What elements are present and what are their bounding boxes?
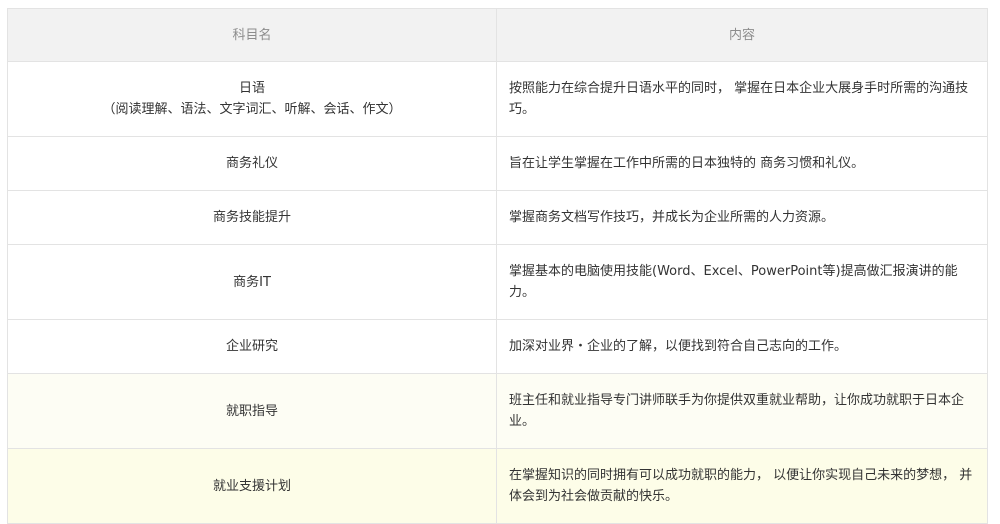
- subject-description: 掌握商务文档写作技巧，并成长为企业所需的人力资源。: [496, 190, 988, 245]
- subject-description: 在掌握知识的同时拥有可以成功就职的能力， 以便让你实现自己未来的梦想， 并体会到…: [496, 448, 988, 524]
- subject-name: 商务礼仪: [7, 136, 497, 191]
- subject-name: 企业研究: [7, 319, 497, 374]
- table-row: 商务礼仪 旨在让学生掌握在工作中所需的日本独特的 商务习惯和礼仪。: [7, 136, 988, 191]
- table-header-row: 科目名 内容: [7, 8, 988, 62]
- subject-name: 就职指导: [7, 373, 497, 449]
- course-table: 科目名 内容 日语 （阅读理解、语法、文字词汇、听解、会话、作文） 按照能力在综…: [7, 8, 988, 524]
- subject-subtitle: （阅读理解、语法、文字词汇、听解、会话、作文）: [102, 102, 402, 117]
- table-row: 商务IT 掌握基本的电脑使用技能(Word、Excel、PowerPoint等)…: [7, 244, 988, 320]
- subject-description: 按照能力在综合提升日语水平的同时， 掌握在日本企业大展身手时所需的沟通技巧。: [496, 61, 988, 137]
- header-content: 内容: [496, 8, 988, 62]
- subject-description: 加深对业界・企业的了解，以便找到符合自己志向的工作。: [496, 319, 988, 374]
- table-row: 商务技能提升 掌握商务文档写作技巧，并成长为企业所需的人力资源。: [7, 190, 988, 245]
- subject-name: 商务技能提升: [7, 190, 497, 245]
- subject-description: 旨在让学生掌握在工作中所需的日本独特的 商务习惯和礼仪。: [496, 136, 988, 191]
- subject-description: 班主任和就业指导专门讲师联手为你提供双重就业帮助，让你成功就职于日本企业。: [496, 373, 988, 449]
- table-row: 就业支援计划 在掌握知识的同时拥有可以成功就职的能力， 以便让你实现自己未来的梦…: [7, 448, 988, 524]
- header-subject-name: 科目名: [7, 8, 497, 62]
- subject-cell: 日语 （阅读理解、语法、文字词汇、听解、会话、作文）: [7, 61, 497, 137]
- table-row: 企业研究 加深对业界・企业的了解，以便找到符合自己志向的工作。: [7, 319, 988, 374]
- course-table-container: 科目名 内容 日语 （阅读理解、语法、文字词汇、听解、会话、作文） 按照能力在综…: [7, 8, 988, 524]
- table-row: 就职指导 班主任和就业指导专门讲师联手为你提供双重就业帮助，让你成功就职于日本企…: [7, 373, 988, 449]
- subject-name: 日语: [238, 81, 265, 96]
- table-row: 日语 （阅读理解、语法、文字词汇、听解、会话、作文） 按照能力在综合提升日语水平…: [7, 61, 988, 137]
- subject-name: 商务IT: [7, 244, 497, 320]
- subject-name: 就业支援计划: [7, 448, 497, 524]
- subject-description: 掌握基本的电脑使用技能(Word、Excel、PowerPoint等)提高做汇报…: [496, 244, 988, 320]
